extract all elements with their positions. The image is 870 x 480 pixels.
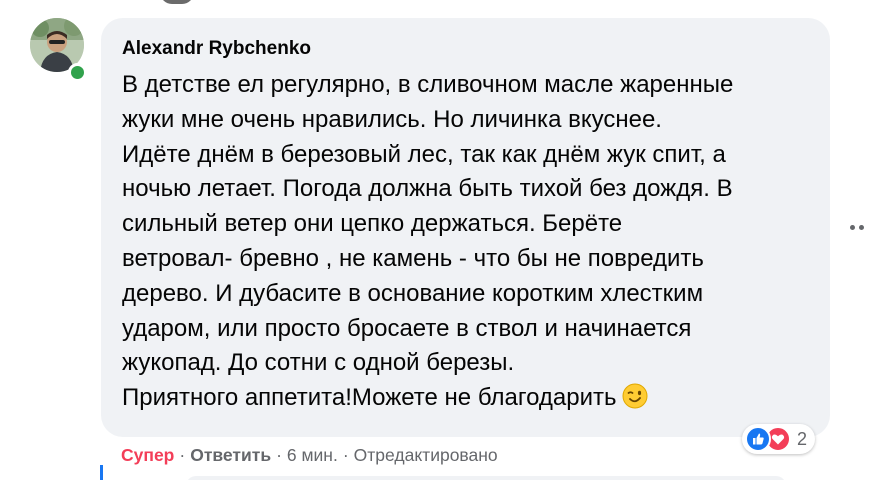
comment-bubble: Alexandr Rybchenko В детстве ел регулярн… [101, 18, 830, 437]
separator: · [179, 445, 186, 465]
comment-text: Приятного аппетита!Можете не благодарить [122, 384, 617, 412]
online-status-dot [68, 63, 87, 82]
separator: · [276, 445, 282, 465]
comment-text-line: сильный ветер они цепко держаться. Берёт… [122, 210, 623, 238]
comment-text-line-last: Приятного аппетита!Можете не благодарить [122, 381, 810, 416]
like-icon [745, 426, 771, 452]
comment-text-line: ударом, или просто бросаете в ствол и на… [122, 314, 692, 342]
more-options-icon[interactable] [848, 215, 870, 239]
reaction-count: 2 [797, 429, 808, 449]
comment-text-line: ветровал- бревно , не камень - что бы не… [122, 244, 704, 272]
previous-avatar[interactable] [160, 0, 194, 4]
comment-text-line: В детстве ел регулярно, в сливочном масл… [122, 71, 734, 98]
reactions-summary[interactable]: 2 [742, 424, 816, 454]
comment-actions: Супер · Ответить · 6 мин. · Отредактировано [121, 442, 498, 468]
comment-thread: Alexandr Rybchenko В детстве ел регулярн… [0, 0, 870, 480]
separator: · [342, 445, 349, 465]
reply-thread-line [100, 465, 103, 480]
comment-text-line: ночью летает. Погода должна быть тихой б… [122, 175, 733, 203]
winking-face-emoji [622, 383, 648, 409]
reply-button[interactable]: Ответить [190, 445, 271, 465]
comment-timestamp[interactable]: 6 мин. [287, 445, 338, 465]
comment-text-line: жукопад. До сотни с одной березы. [122, 349, 515, 377]
comment-text-line: дерево. И дубасите в основание коротким … [122, 279, 704, 307]
reaction-button[interactable]: Супер [121, 445, 174, 465]
next-reply-preview[interactable] [186, 476, 786, 480]
comment-text-line: Идёте днём в березовый лес, так как днём… [122, 140, 726, 168]
comment-text-line: жуки мне очень нравились. Но личинка вку… [122, 105, 662, 133]
edited-label[interactable]: Отредактировано [354, 445, 498, 465]
comment-author[interactable]: Alexandr Rybchenko [122, 38, 810, 60]
